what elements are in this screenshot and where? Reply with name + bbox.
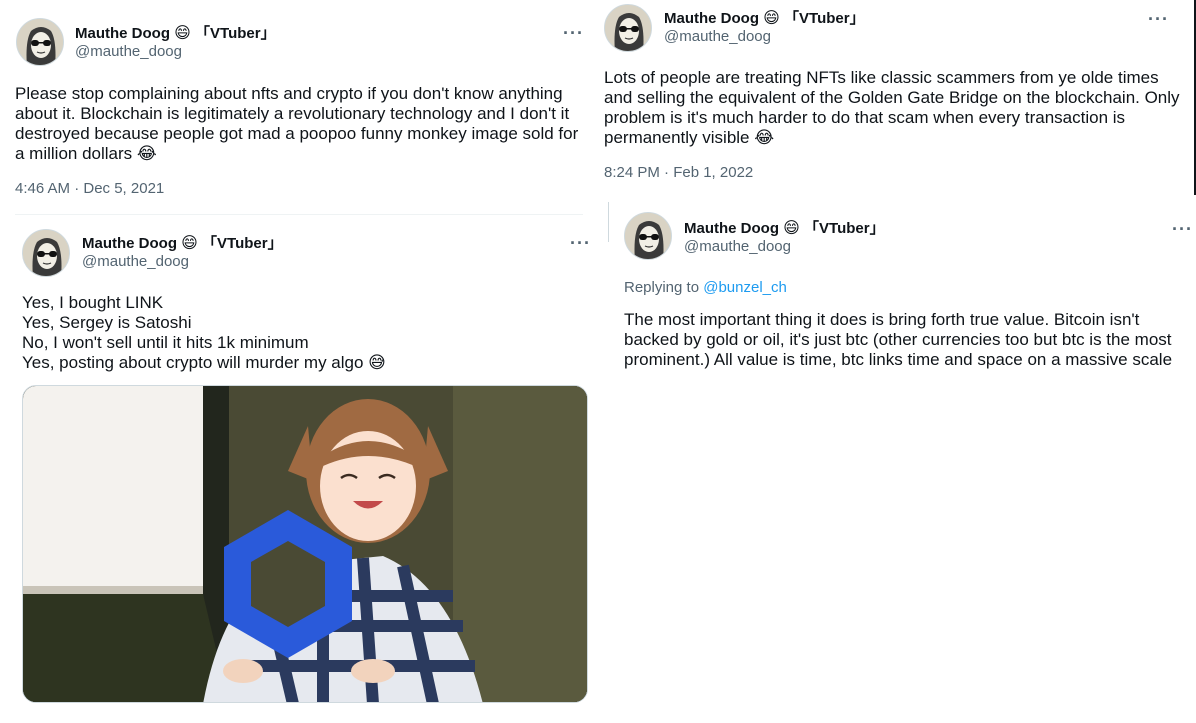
vtuber-chainlink-photo xyxy=(23,386,587,702)
tweet-timestamp[interactable]: 4:46 AM · Dec 5, 2021 xyxy=(15,180,164,197)
grinning-emoji-icon: 😄 xyxy=(763,10,780,27)
tweet-line: Yes, I bought LINK xyxy=(22,293,164,312)
tweet-card[interactable]: Mauthe Doog 😄 「VTuber」 @mauthe_doog ··· … xyxy=(608,202,1196,502)
author-display-name: Mauthe Doog xyxy=(664,10,759,27)
avatar-sunglasses-face-icon xyxy=(17,19,63,65)
avatar[interactable] xyxy=(22,229,70,277)
tweet-line: Yes, posting about crypto will murder my… xyxy=(22,353,386,372)
author-display-name: Mauthe Doog xyxy=(75,25,170,42)
avatar-sunglasses-face-icon xyxy=(625,213,671,259)
tweet-card[interactable]: Mauthe Doog 😄 「VTuber」 @mauthe_doog ··· … xyxy=(588,0,1196,195)
author-display-name: Mauthe Doog xyxy=(684,220,779,237)
grinning-emoji-icon: 😄 xyxy=(174,25,191,42)
avatar[interactable] xyxy=(16,18,64,66)
author-handle[interactable]: @mauthe_doog xyxy=(75,43,182,60)
more-options-icon[interactable]: ··· xyxy=(563,24,584,42)
replying-to-handle-link[interactable]: @bunzel_ch xyxy=(703,279,787,296)
author-name-line[interactable]: Mauthe Doog 😄 「VTuber」 xyxy=(75,22,276,43)
avatar-sunglasses-face-icon xyxy=(23,230,69,276)
author-tag: 「VTuber」 xyxy=(804,220,885,237)
author-tag: 「VTuber」 xyxy=(195,25,276,42)
tweet-line: Yes, Sergey is Satoshi xyxy=(22,313,192,332)
tweet-card[interactable]: Mauthe Doog 😄 「VTuber」 @mauthe_doog ··· … xyxy=(0,0,588,215)
more-options-icon[interactable]: ··· xyxy=(1172,220,1193,238)
author-name-line[interactable]: Mauthe Doog 😄 「VTuber」 xyxy=(82,232,283,253)
avatar[interactable] xyxy=(604,4,652,52)
author-handle[interactable]: @mauthe_doog xyxy=(684,238,791,255)
avatar[interactable] xyxy=(624,212,672,260)
grinning-emoji-icon: 😄 xyxy=(783,220,800,237)
tweet-media-image[interactable] xyxy=(22,385,588,703)
thread-line xyxy=(608,202,609,242)
tweet-card[interactable]: Mauthe Doog 😄 「VTuber」 @mauthe_doog ··· … xyxy=(8,215,598,723)
author-handle[interactable]: @mauthe_doog xyxy=(82,253,189,270)
author-tag: 「VTuber」 xyxy=(202,235,283,252)
more-options-icon[interactable]: ··· xyxy=(570,234,591,252)
author-name-line[interactable]: Mauthe Doog 😄 「VTuber」 xyxy=(664,7,865,28)
replying-to: Replying to @bunzel_ch xyxy=(624,279,787,296)
more-options-icon[interactable]: ··· xyxy=(1148,10,1169,28)
tweet-text: Yes, I bought LINK Yes, Sergey is Satosh… xyxy=(22,293,582,373)
tweet-text: Please stop complaining about nfts and c… xyxy=(15,84,579,163)
tweet-text: Lots of people are treating NFTs like cl… xyxy=(604,68,1180,147)
tweet-timestamp[interactable]: 8:24 PM · Feb 1, 2022 xyxy=(604,164,753,181)
grinning-emoji-icon: 😄 xyxy=(181,235,198,252)
replying-to-label: Replying to xyxy=(624,279,700,296)
tweet-line: No, I won't sell until it hits 1k minimu… xyxy=(22,333,309,352)
avatar-sunglasses-face-icon xyxy=(605,5,651,51)
author-name-line[interactable]: Mauthe Doog 😄 「VTuber」 xyxy=(684,217,885,238)
author-display-name: Mauthe Doog xyxy=(82,235,177,252)
author-handle[interactable]: @mauthe_doog xyxy=(664,28,771,45)
author-tag: 「VTuber」 xyxy=(784,10,865,27)
tweet-text: The most important thing it does is brin… xyxy=(624,310,1173,369)
